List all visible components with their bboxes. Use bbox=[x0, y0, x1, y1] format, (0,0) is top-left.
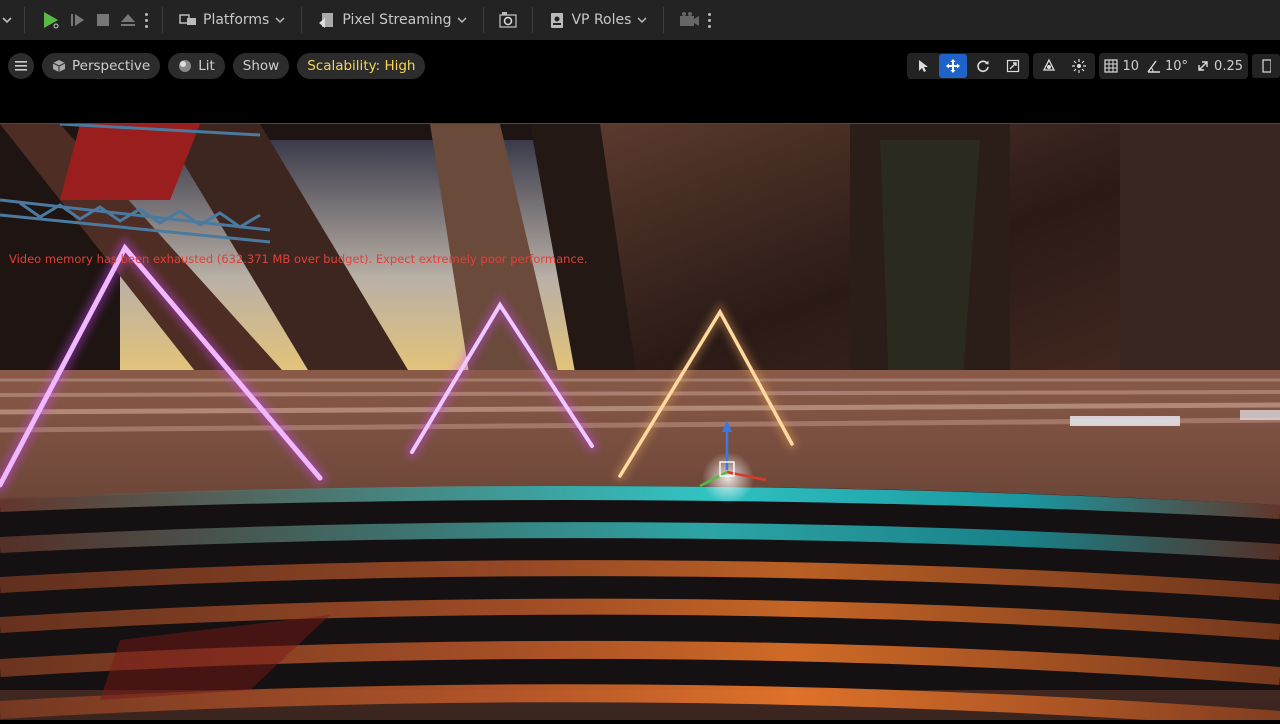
restore-icon bbox=[1262, 59, 1271, 73]
toolbar-divider bbox=[663, 7, 665, 33]
surface-snap-icon bbox=[1072, 59, 1087, 73]
coordinate-system-button[interactable] bbox=[1035, 54, 1063, 78]
rotation-snap-value: 10° bbox=[1165, 58, 1189, 74]
transform-tools bbox=[907, 53, 1030, 79]
cube-icon bbox=[52, 60, 66, 72]
scale-icon bbox=[1007, 59, 1020, 73]
advance-frame-button[interactable] bbox=[65, 5, 91, 35]
stop-button[interactable] bbox=[91, 5, 115, 35]
level-viewport[interactable]: Video memory has been exhausted (632.371… bbox=[0, 122, 1280, 724]
chevron-down-icon bbox=[637, 17, 647, 24]
move-arrows-icon bbox=[946, 59, 961, 73]
vp-roles-dropdown[interactable]: VP Roles bbox=[543, 5, 653, 35]
main-toolbar: Platforms Pixel Streaming VP Roles bbox=[0, 0, 1280, 40]
scale-snap-icon bbox=[1198, 61, 1208, 71]
source-control-button[interactable] bbox=[494, 5, 522, 35]
toolbar-divider bbox=[301, 7, 303, 33]
hamburger-icon bbox=[15, 61, 27, 71]
lit-label: Lit bbox=[198, 58, 215, 74]
coordinate-tools bbox=[1033, 53, 1096, 79]
viewport-menu-button[interactable] bbox=[8, 53, 34, 79]
eject-icon bbox=[121, 14, 135, 26]
rotate-tool-button[interactable] bbox=[969, 54, 997, 78]
collapse-chevron-icon[interactable] bbox=[0, 5, 14, 35]
perspective-label: Perspective bbox=[72, 58, 151, 74]
select-tool-button[interactable] bbox=[909, 54, 937, 78]
lit-sphere-icon bbox=[179, 60, 192, 72]
maximize-viewport-button[interactable] bbox=[1252, 54, 1280, 78]
platforms-icon bbox=[179, 14, 196, 25]
toolbar-divider bbox=[483, 7, 485, 33]
globe-icon bbox=[1043, 58, 1056, 71]
show-label: Show bbox=[242, 58, 280, 74]
platforms-label: Platforms bbox=[203, 12, 270, 28]
more-options-menu-icon[interactable] bbox=[708, 12, 712, 28]
chevron-down-icon bbox=[275, 17, 285, 24]
grid-snap-button[interactable]: 10 bbox=[1101, 54, 1142, 78]
toolbar-divider bbox=[162, 7, 163, 33]
vp-roles-icon bbox=[551, 13, 564, 28]
pixel-streaming-icon bbox=[319, 13, 334, 28]
surface-snapping-button[interactable] bbox=[1065, 54, 1093, 78]
video-memory-warning: Video memory has been exhausted (632.371… bbox=[9, 252, 588, 266]
snap-tools: 10 10° 0.25 bbox=[1099, 53, 1248, 79]
play-button[interactable] bbox=[35, 5, 65, 35]
scalability-button[interactable]: Scalability: High bbox=[297, 53, 426, 79]
virtual-camera-button[interactable] bbox=[674, 5, 704, 35]
step-forward-icon bbox=[71, 14, 84, 26]
rotation-snap-button[interactable]: 10° bbox=[1144, 54, 1191, 78]
pixel-streaming-label: Pixel Streaming bbox=[342, 12, 452, 28]
grid-snap-value: 10 bbox=[1122, 58, 1139, 74]
viewport-toolbar: Perspective Lit Show Scalability: High 1… bbox=[0, 40, 1280, 124]
vp-roles-label: VP Roles bbox=[571, 12, 632, 28]
scale-tool-button[interactable] bbox=[999, 54, 1027, 78]
eject-button[interactable] bbox=[115, 5, 141, 35]
scale-snap-value: 0.25 bbox=[1214, 58, 1243, 74]
perspective-button[interactable]: Perspective bbox=[42, 53, 161, 79]
cursor-icon bbox=[919, 60, 929, 72]
scale-snap-button[interactable]: 0.25 bbox=[1193, 54, 1246, 78]
angle-icon bbox=[1147, 60, 1160, 73]
view-mode-button[interactable]: Lit bbox=[168, 53, 225, 79]
scalability-label: Scalability: High bbox=[307, 58, 416, 74]
scene-render bbox=[0, 122, 1280, 724]
platforms-dropdown[interactable]: Platforms bbox=[173, 5, 291, 35]
stop-icon bbox=[97, 14, 109, 26]
rotate-icon bbox=[977, 60, 990, 73]
play-options-menu-icon[interactable] bbox=[145, 12, 148, 28]
camera-icon bbox=[680, 12, 700, 26]
camera-capture-icon bbox=[499, 12, 518, 28]
translate-tool-button[interactable] bbox=[939, 54, 968, 78]
chevron-down-icon bbox=[457, 17, 468, 24]
show-button[interactable]: Show bbox=[232, 53, 290, 79]
toolbar-divider bbox=[24, 7, 25, 33]
pixel-streaming-dropdown[interactable]: Pixel Streaming bbox=[312, 5, 473, 35]
grid-icon bbox=[1104, 59, 1119, 73]
toolbar-divider bbox=[532, 7, 534, 33]
play-icon bbox=[44, 12, 59, 29]
